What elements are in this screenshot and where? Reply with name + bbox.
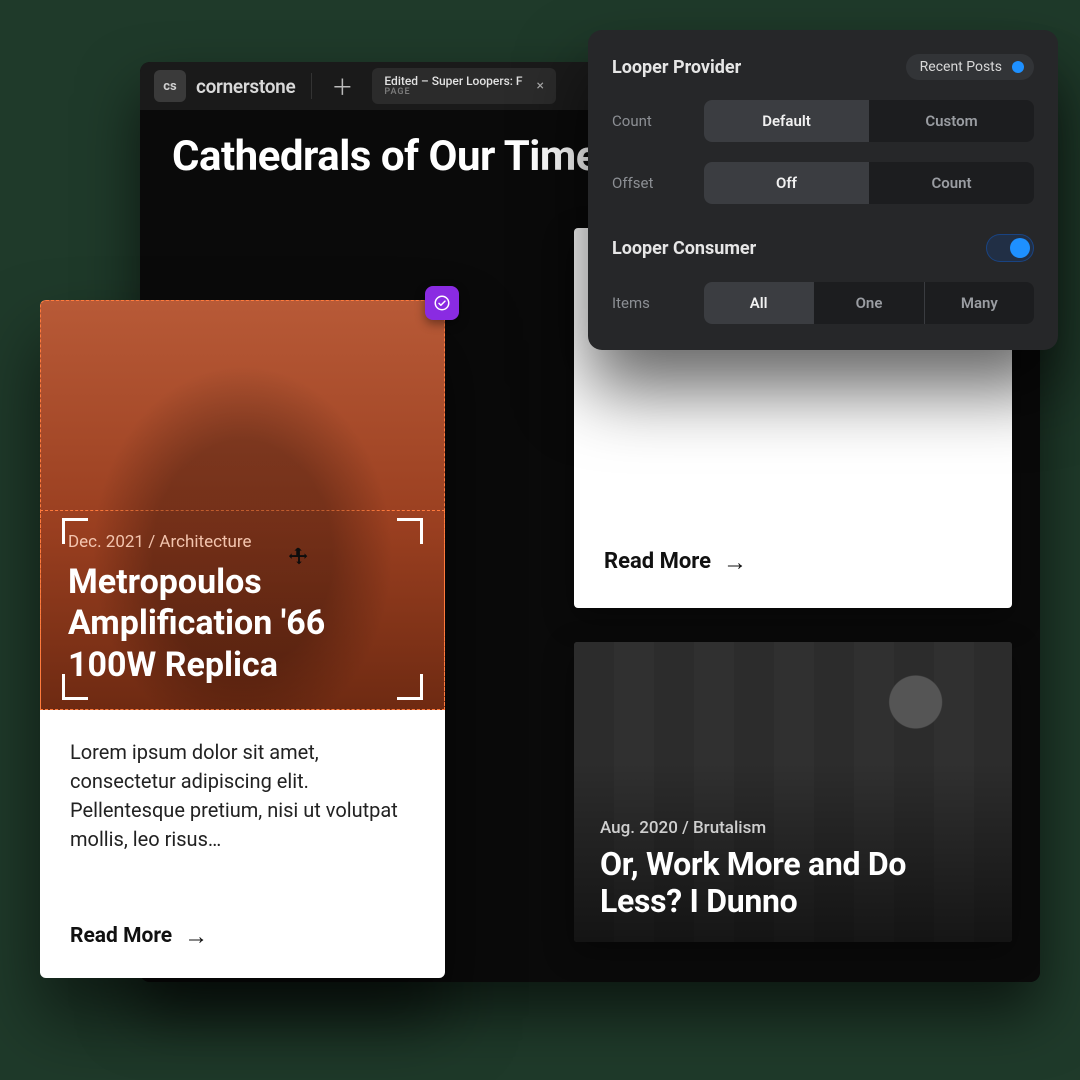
count-label: Count	[612, 112, 704, 130]
provider-type-pill[interactable]: Recent Posts	[906, 54, 1034, 80]
offset-option-off[interactable]: Off	[704, 162, 869, 204]
items-option-one[interactable]: One	[814, 282, 923, 324]
selected-card-hero[interactable]: Dec. 2021 / Architecture Metropoulos Amp…	[40, 300, 445, 710]
post-meta: Aug. 2020 / Brutalism	[600, 818, 986, 838]
featured-post-card[interactable]: Aug. 2020 / Brutalism Or, Work More and …	[574, 642, 1012, 942]
offset-option-count[interactable]: Count	[869, 162, 1034, 204]
post-excerpt: Lorem ipsum dolor sit amet, consectetur …	[70, 738, 415, 854]
element-badge[interactable]	[425, 286, 459, 320]
count-option-default[interactable]: Default	[704, 100, 869, 142]
items-option-many[interactable]: Many	[925, 282, 1034, 324]
app-name: cornerstone	[196, 75, 295, 98]
read-more-label: Read More	[604, 549, 711, 574]
arrow-right-icon: →	[184, 924, 208, 948]
post-meta: Dec. 2021 / Architecture	[68, 532, 417, 552]
items-option-all[interactable]: All	[704, 282, 813, 324]
toggle-knob-icon	[1010, 238, 1030, 258]
consumer-toggle[interactable]	[986, 234, 1034, 262]
post-title[interactable]: Metropoulos Amplification '66 100W Repli…	[68, 562, 417, 686]
count-option-custom[interactable]: Custom	[869, 100, 1034, 142]
panel-heading-consumer: Looper Consumer	[612, 238, 756, 259]
selected-post-card[interactable]: Dec. 2021 / Architecture Metropoulos Amp…	[40, 300, 445, 978]
post-title: Or, Work More and Do Less? I Dunno	[600, 846, 986, 920]
tab-title: Edited – Super Loopers: F	[384, 75, 522, 88]
tab-subtitle: PAGE	[384, 88, 522, 97]
count-segmented-control[interactable]: Default Custom	[704, 100, 1034, 142]
app-logo-icon: cs	[154, 70, 186, 102]
arrow-right-icon: →	[723, 550, 747, 574]
looper-settings-panel: Looper Provider Recent Posts Count Defau…	[588, 30, 1058, 350]
items-label: Items	[612, 294, 704, 312]
close-icon[interactable]: ×	[533, 76, 548, 96]
check-circle-icon	[433, 294, 451, 312]
status-dot-icon	[1012, 61, 1024, 73]
divider	[311, 73, 312, 99]
items-segmented-control[interactable]: All One Many	[704, 282, 1034, 324]
selected-card-body: Lorem ipsum dolor sit amet, consectetur …	[40, 710, 445, 978]
read-more-label: Read More	[70, 924, 172, 948]
provider-type-label: Recent Posts	[920, 59, 1002, 75]
new-tab-button[interactable]: ＋	[328, 72, 356, 100]
read-more-link[interactable]: Read More →	[604, 549, 982, 574]
offset-segmented-control[interactable]: Off Count	[704, 162, 1034, 204]
panel-heading-provider: Looper Provider	[612, 57, 741, 78]
read-more-link[interactable]: Read More →	[70, 924, 415, 948]
document-tab[interactable]: Edited – Super Loopers: F PAGE ×	[372, 68, 556, 104]
offset-label: Offset	[612, 174, 704, 192]
